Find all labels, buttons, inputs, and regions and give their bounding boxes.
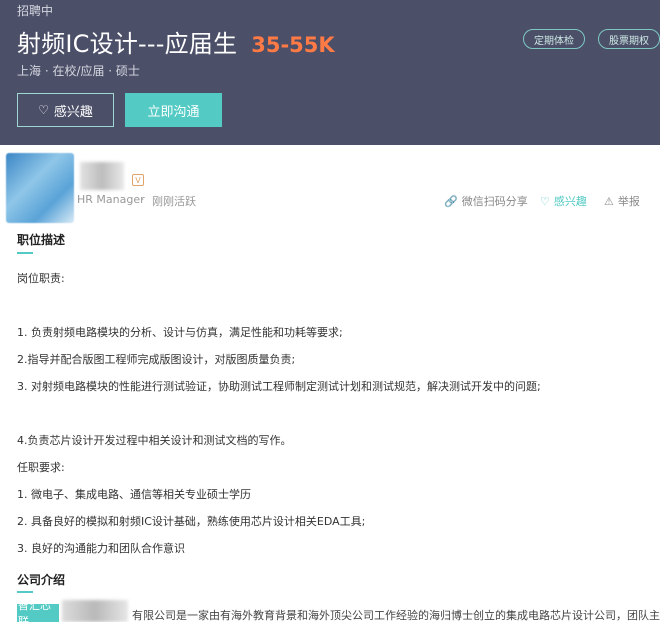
section-underline — [17, 252, 33, 254]
favorite-link[interactable]: ♡ 感兴趣 — [540, 193, 587, 209]
description-line: 3. 良好的沟通能力和团队合作意识 — [17, 542, 185, 555]
report-label: 举报 — [617, 195, 640, 208]
report-link[interactable]: ⚠ 举报 — [604, 193, 640, 209]
interest-label: 感兴趣 — [53, 104, 93, 120]
benefit-tag: 定期体检 — [523, 29, 585, 49]
description-line: 2.指导并配合版图工程师完成版图设计，对版图质量负责; — [17, 353, 296, 366]
description-line: 任职要求: — [17, 461, 65, 474]
verified-badge: V — [132, 174, 144, 186]
title-row: 射频IC设计---应届生 35-55K — [17, 24, 335, 59]
benefit-tag: 股票期权 — [598, 29, 660, 49]
description-line: 4.负责芯片设计开发过程中相关设计和测试文档的写作。 — [17, 434, 292, 447]
company-intro: 有限公司是一家由有海外教育背景和海外顶尖公司工作经验的海归博士创立的集成电路芯片… — [132, 609, 660, 622]
salary: 35-55K — [251, 33, 335, 57]
section-title-company: 公司介绍 — [17, 573, 66, 587]
job-meta: 上海 · 在校/应届 · 硕士 — [17, 64, 140, 78]
separator: · — [141, 193, 145, 206]
heart-icon: ♡ — [540, 194, 550, 208]
favorite-label: 感兴趣 — [553, 195, 587, 208]
description-line: 岗位职责: — [17, 272, 65, 285]
section-underline — [17, 591, 33, 593]
description-line: 2. 具备良好的模拟和射频IC设计基础，熟练使用芯片设计相关EDA工具; — [17, 515, 366, 528]
interest-button[interactable]: ♡ 感兴趣 — [17, 93, 114, 127]
benefit-tags: 定期体检 股票期权 — [523, 29, 660, 49]
recruiting-status: 招聘中 — [17, 4, 54, 18]
wechat-share-link[interactable]: 🔗 微信扫码分享 — [444, 193, 528, 209]
heart-icon: ♡ — [38, 103, 49, 117]
share-label: 微信扫码分享 — [461, 195, 528, 208]
company-logo[interactable]: 智汇芯联 — [17, 604, 59, 622]
job-header: 招聘中 射频IC设计---应届生 35-55K 上海 · 在校/应届 · 硕士 … — [0, 0, 660, 145]
company-name-blurred — [62, 600, 128, 622]
recruiter-name-blurred — [80, 162, 124, 190]
avatar[interactable] — [6, 153, 74, 223]
link-icon: 🔗 — [444, 194, 458, 208]
description-line: 1. 负责射频电路模块的分析、设计与仿真，满足性能和功耗等要求; — [17, 326, 343, 339]
warning-icon: ⚠ — [604, 194, 614, 208]
job-title: 射频IC设计---应届生 — [17, 30, 238, 58]
recruiter-role: HR Manager — [77, 193, 145, 206]
section-title-description: 职位描述 — [17, 233, 66, 247]
description-line: 1. 微电子、集成电路、通信等相关专业硕士学历 — [17, 488, 251, 501]
recruiter-activity: 刚刚活跃 — [152, 195, 196, 208]
contact-button[interactable]: 立即沟通 — [125, 93, 222, 127]
description-line: 3. 对射频电路模块的性能进行测试验证，协助测试工程师制定测试计划和测试规范，解… — [17, 380, 541, 393]
